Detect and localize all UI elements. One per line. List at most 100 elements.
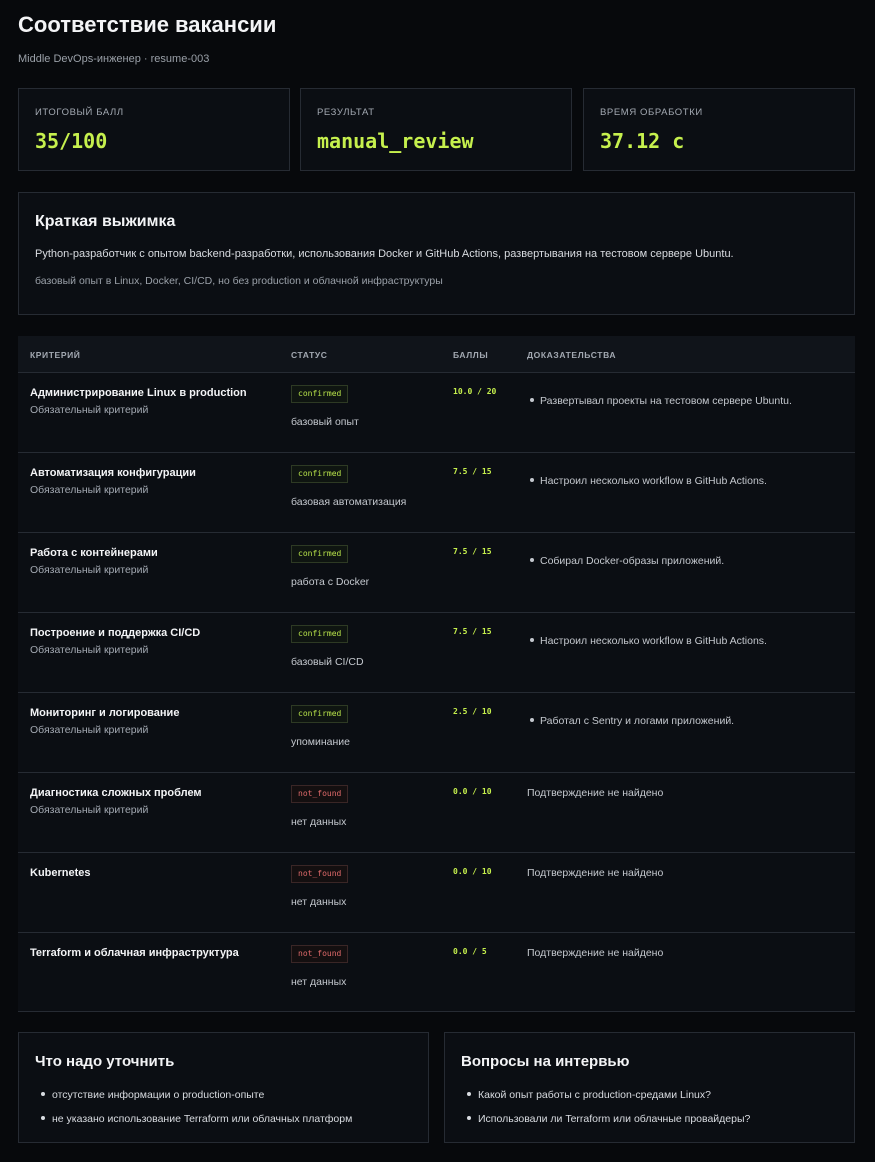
criterion-score: 0.0 / 5 (453, 947, 487, 956)
criterion-requirement: Обязательный критерий (30, 804, 149, 816)
table-row: Мониторинг и логирование Обязательный кри… (18, 693, 855, 773)
evidence-text: Работал с Sentry и логами приложений. (540, 715, 735, 727)
criterion-requirement: Обязательный критерий (30, 644, 149, 656)
summary-note: базовый опыт в Linux, Docker, CI/CD, но … (35, 275, 443, 287)
clarify-title: Что надо уточнить (35, 1053, 175, 1070)
evidence-item: Настроил несколько workflow в GitHub Act… (530, 635, 767, 647)
stat-card-result: РЕЗУЛЬТАТ manual_review (300, 88, 572, 171)
bullet-icon (467, 1116, 471, 1121)
table-row: Построение и поддержка CI/CD Обязательный… (18, 613, 855, 693)
stat-value: manual_review (317, 129, 474, 153)
bottom-cards: Что надо уточнить отсутствие информации … (18, 1032, 855, 1143)
criterion-score: 10.0 / 20 (453, 387, 497, 396)
evidence-text: Настроил несколько workflow в GitHub Act… (540, 475, 767, 487)
criterion-requirement: Обязательный критерий (30, 564, 149, 576)
column-header-criterion: КРИТЕРИЙ (30, 350, 81, 360)
status-note: базовая автоматизация (291, 496, 407, 508)
column-header-status: СТАТУС (291, 350, 328, 360)
status-note: нет данных (291, 816, 347, 828)
list-item: Использовали ли Terraform или облачные п… (461, 1113, 750, 1137)
status-note: нет данных (291, 896, 347, 908)
criterion-score: 2.5 / 10 (453, 707, 492, 716)
page-title: Соответствие вакансии (18, 12, 277, 37)
criterion-name: Построение и поддержка CI/CD (30, 627, 201, 639)
evidence-text: Настроил несколько workflow в GitHub Act… (540, 635, 767, 647)
questions-card: Вопросы на интервью Какой опыт работы с … (444, 1032, 855, 1143)
criterion-requirement: Обязательный критерий (30, 484, 149, 496)
questions-list: Какой опыт работы с production-средами L… (461, 1089, 750, 1137)
list-item-text: Использовали ли Terraform или облачные п… (478, 1113, 751, 1125)
stat-label: ВРЕМЯ ОБРАБОТКИ (600, 107, 703, 118)
status-badge: confirmed (291, 385, 349, 403)
table-row: Работа с контейнерами Обязательный критер… (18, 533, 855, 613)
stat-card-time: ВРЕМЯ ОБРАБОТКИ 37.12 с (583, 88, 855, 171)
column-header-score: БАЛЛЫ (453, 350, 489, 360)
table-body: Администрирование Linux в production Обяз… (18, 373, 855, 1012)
bullet-icon (41, 1092, 45, 1097)
criterion-score: 7.5 / 15 (453, 627, 492, 636)
criterion-name: Мониторинг и логирование (30, 707, 180, 719)
clarify-card: Что надо уточнить отсутствие информации … (18, 1032, 429, 1143)
status-note: базовый опыт (291, 416, 359, 428)
criterion-score: 0.0 / 10 (453, 787, 492, 796)
criterion-name: Администрирование Linux в production (30, 387, 247, 399)
bullet-icon (530, 638, 534, 643)
bullet-icon (530, 398, 534, 403)
criterion-name: Работа с контейнерами (30, 547, 158, 559)
evidence-item: Настроил несколько workflow в GitHub Act… (530, 475, 767, 487)
evidence-empty: Подтверждение не найдено (527, 787, 664, 799)
bullet-icon (530, 718, 534, 723)
table-row: Администрирование Linux в production Обяз… (18, 373, 855, 453)
page-subtitle: Middle DevOps-инженер · resume-003 (18, 53, 210, 65)
table-row: Terraform и облачная инфраструктура not_f… (18, 933, 855, 1012)
status-badge: confirmed (291, 545, 349, 563)
criterion-score: 7.5 / 15 (453, 547, 492, 556)
list-item: отсутствие информации о production-опыте (35, 1089, 352, 1113)
stat-label: ИТОГОВЫЙ БАЛЛ (35, 107, 124, 118)
status-note: работа с Docker (291, 576, 370, 588)
status-badge: not_found (291, 865, 349, 883)
status-note: нет данных (291, 976, 347, 988)
evidence-item: Работал с Sentry и логами приложений. (530, 715, 734, 727)
clarify-list: отсутствие информации о production-опыте… (35, 1089, 352, 1137)
list-item: не указано использование Terraform или о… (35, 1113, 352, 1137)
status-note: упоминание (291, 736, 351, 748)
evidence-empty: Подтверждение не найдено (527, 867, 664, 879)
criterion-name: Автоматизация конфигурации (30, 467, 196, 479)
bullet-icon (467, 1092, 471, 1097)
list-item-text: Какой опыт работы с production-средами L… (478, 1089, 711, 1101)
status-note: базовый CI/CD (291, 656, 364, 668)
status-badge: not_found (291, 945, 349, 963)
table-row: Диагностика сложных проблем Обязательный … (18, 773, 855, 853)
criteria-table: КРИТЕРИЙ СТАТУС БАЛЛЫ ДОКАЗАТЕЛЬСТВА Адм… (18, 336, 855, 1012)
evidence-item: Собирал Docker-образы приложений. (530, 555, 724, 567)
status-badge: confirmed (291, 705, 349, 723)
evidence-item: Развертывал проекты на тестовом сервере … (530, 395, 792, 407)
stat-value: 37.12 с (600, 129, 685, 153)
criterion-name: Terraform и облачная инфраструктура (30, 947, 239, 959)
evidence-text: Развертывал проекты на тестовом сервере … (540, 395, 792, 407)
column-header-evidence: ДОКАЗАТЕЛЬСТВА (527, 350, 617, 360)
stat-value: 35/100 (35, 129, 108, 153)
bullet-icon (530, 478, 534, 483)
summary-card: Краткая выжимка Python-разработчик с опы… (18, 192, 855, 315)
criterion-score: 7.5 / 15 (453, 467, 492, 476)
status-badge: confirmed (291, 625, 349, 643)
stats-row: ИТОГОВЫЙ БАЛЛ 35/100 РЕЗУЛЬТАТ manual_re… (18, 88, 855, 171)
summary-title: Краткая выжимка (35, 213, 176, 230)
list-item-text: не указано использование Terraform или о… (52, 1113, 353, 1125)
criterion-name: Kubernetes (30, 867, 91, 879)
summary-text: Python-разработчик с опытом backend-разр… (35, 248, 734, 260)
evidence-text: Собирал Docker-образы приложений. (540, 555, 725, 567)
questions-title: Вопросы на интервью (461, 1053, 630, 1070)
stat-card-score: ИТОГОВЫЙ БАЛЛ 35/100 (18, 88, 290, 171)
list-item-text: отсутствие информации о production-опыте (52, 1089, 265, 1101)
criterion-requirement: Обязательный критерий (30, 404, 149, 416)
evidence-empty: Подтверждение не найдено (527, 947, 664, 959)
list-item: Какой опыт работы с production-средами L… (461, 1089, 750, 1113)
bullet-icon (41, 1116, 45, 1121)
criterion-score: 0.0 / 10 (453, 867, 492, 876)
table-row: Kubernetes not_found нет данных 0.0 / 10 Под… (18, 853, 855, 933)
stat-label: РЕЗУЛЬТАТ (317, 107, 375, 118)
bullet-icon (530, 558, 534, 563)
